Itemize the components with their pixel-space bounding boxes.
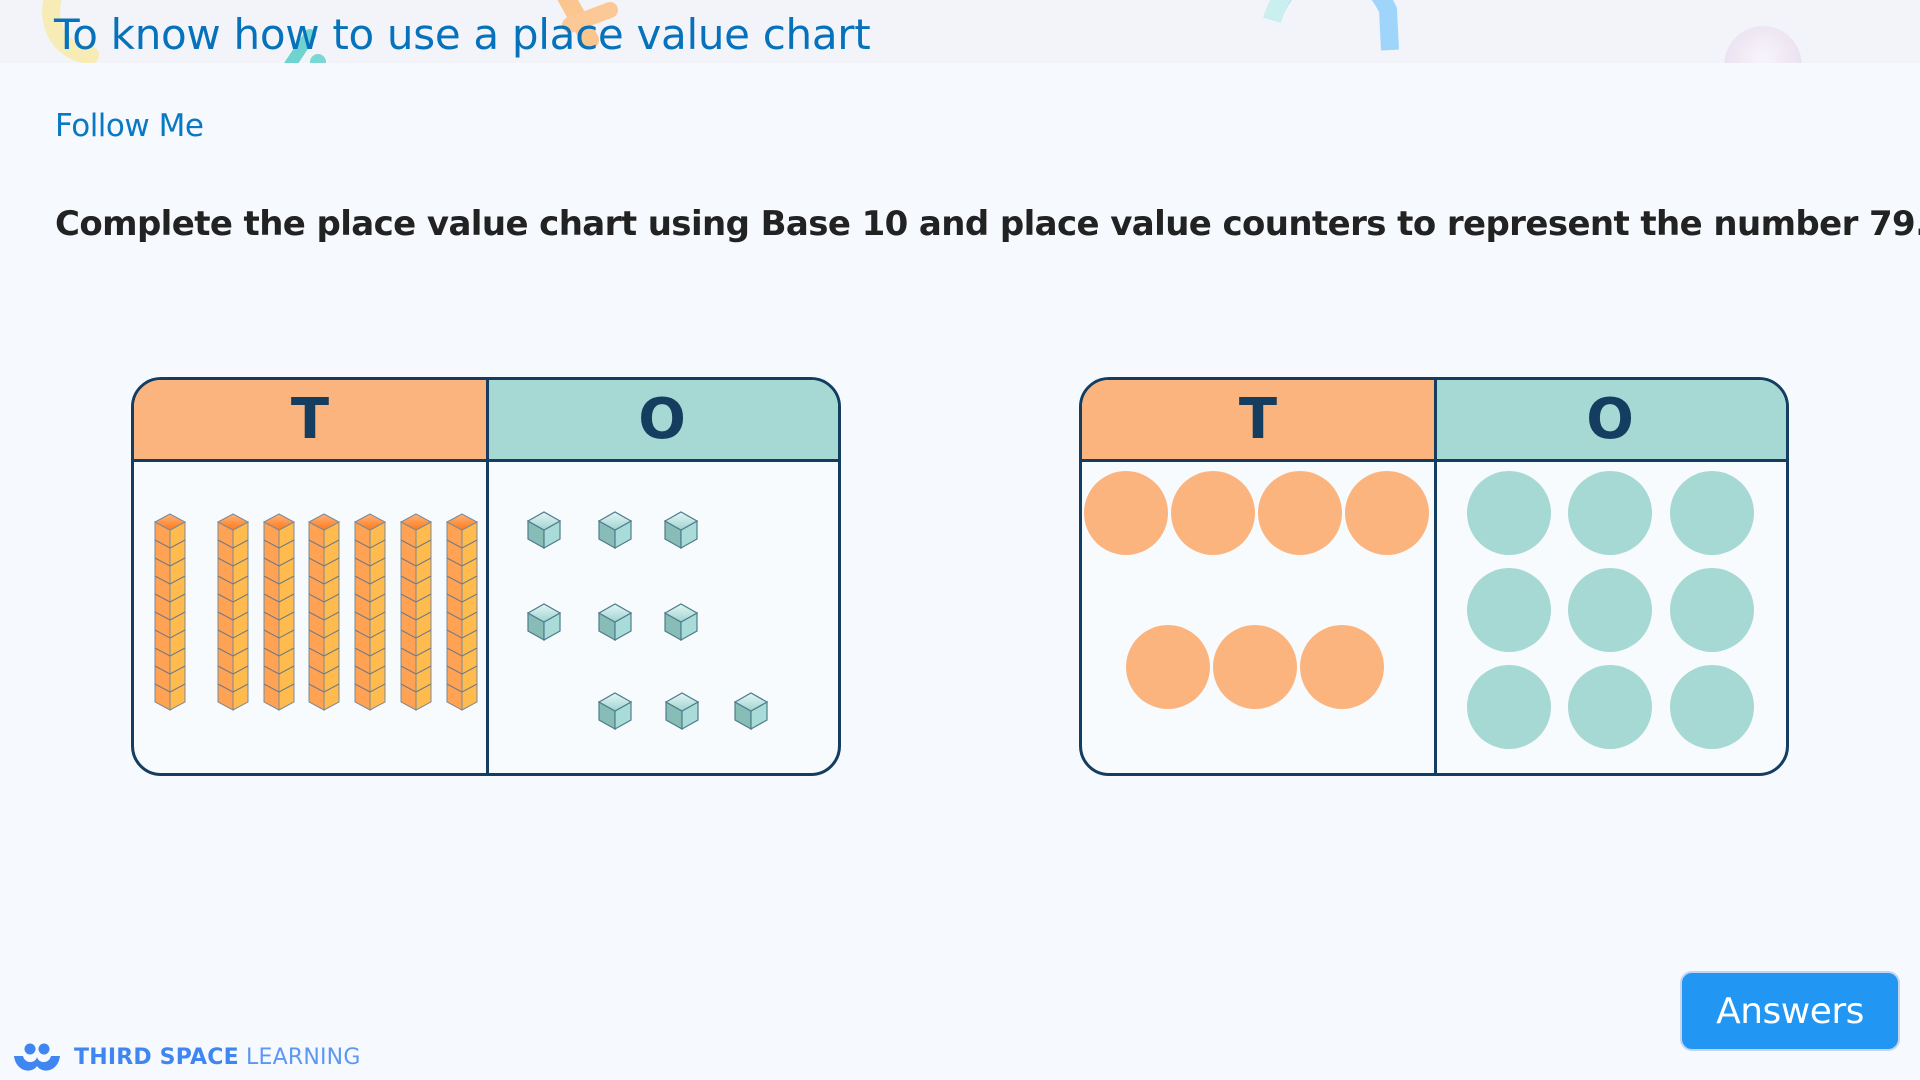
ten-rod xyxy=(262,513,296,711)
ones-counter xyxy=(1670,568,1754,652)
ones-counter xyxy=(1467,471,1551,555)
brand-name-bold: THIRD SPACE xyxy=(74,1044,239,1070)
tens-counter xyxy=(1171,471,1255,555)
ten-rod xyxy=(399,513,433,711)
decorative-arch-blue xyxy=(1263,0,1399,51)
ones-column-header: O xyxy=(1434,380,1786,462)
tens-column-header: T xyxy=(134,380,486,462)
tens-counter xyxy=(1126,625,1210,709)
header-band: To know how to use a place value chart xyxy=(0,0,1920,63)
ones-counter xyxy=(1467,665,1551,749)
tens-column-header: T xyxy=(1082,380,1434,462)
ten-rod xyxy=(445,513,479,711)
column-divider xyxy=(1434,380,1437,773)
tens-counter xyxy=(1084,471,1168,555)
brand-name-light: LEARNING xyxy=(246,1044,361,1070)
question-text: Complete the place value chart using Bas… xyxy=(55,204,1920,244)
ten-rod xyxy=(153,513,187,711)
tens-counter xyxy=(1213,625,1297,709)
ones-counter xyxy=(1670,665,1754,749)
ones-counter xyxy=(1568,665,1652,749)
brand-logo: THIRD SPACE LEARNING xyxy=(12,1042,361,1072)
tens-counter xyxy=(1258,471,1342,555)
ten-rod xyxy=(353,513,387,711)
answers-button[interactable]: Answers xyxy=(1680,971,1900,1051)
manipulatives-layer xyxy=(153,471,1754,749)
column-divider xyxy=(486,380,489,773)
brand-name: THIRD SPACE LEARNING xyxy=(74,1045,361,1070)
tens-counter xyxy=(1345,471,1429,555)
decorative-ball xyxy=(1724,26,1802,63)
lesson-title: To know how to use a place value chart xyxy=(54,10,871,59)
section-label: Follow Me xyxy=(55,108,204,144)
ones-counter xyxy=(1568,471,1652,555)
ones-column-header: O xyxy=(486,380,838,462)
ones-counter xyxy=(1670,471,1754,555)
third-space-learning-logo-icon xyxy=(14,1043,60,1071)
ones-counter xyxy=(1568,568,1652,652)
ones-counter xyxy=(1467,568,1551,652)
tens-counter xyxy=(1300,625,1384,709)
ten-rod xyxy=(216,513,250,711)
ten-rod xyxy=(307,513,341,711)
